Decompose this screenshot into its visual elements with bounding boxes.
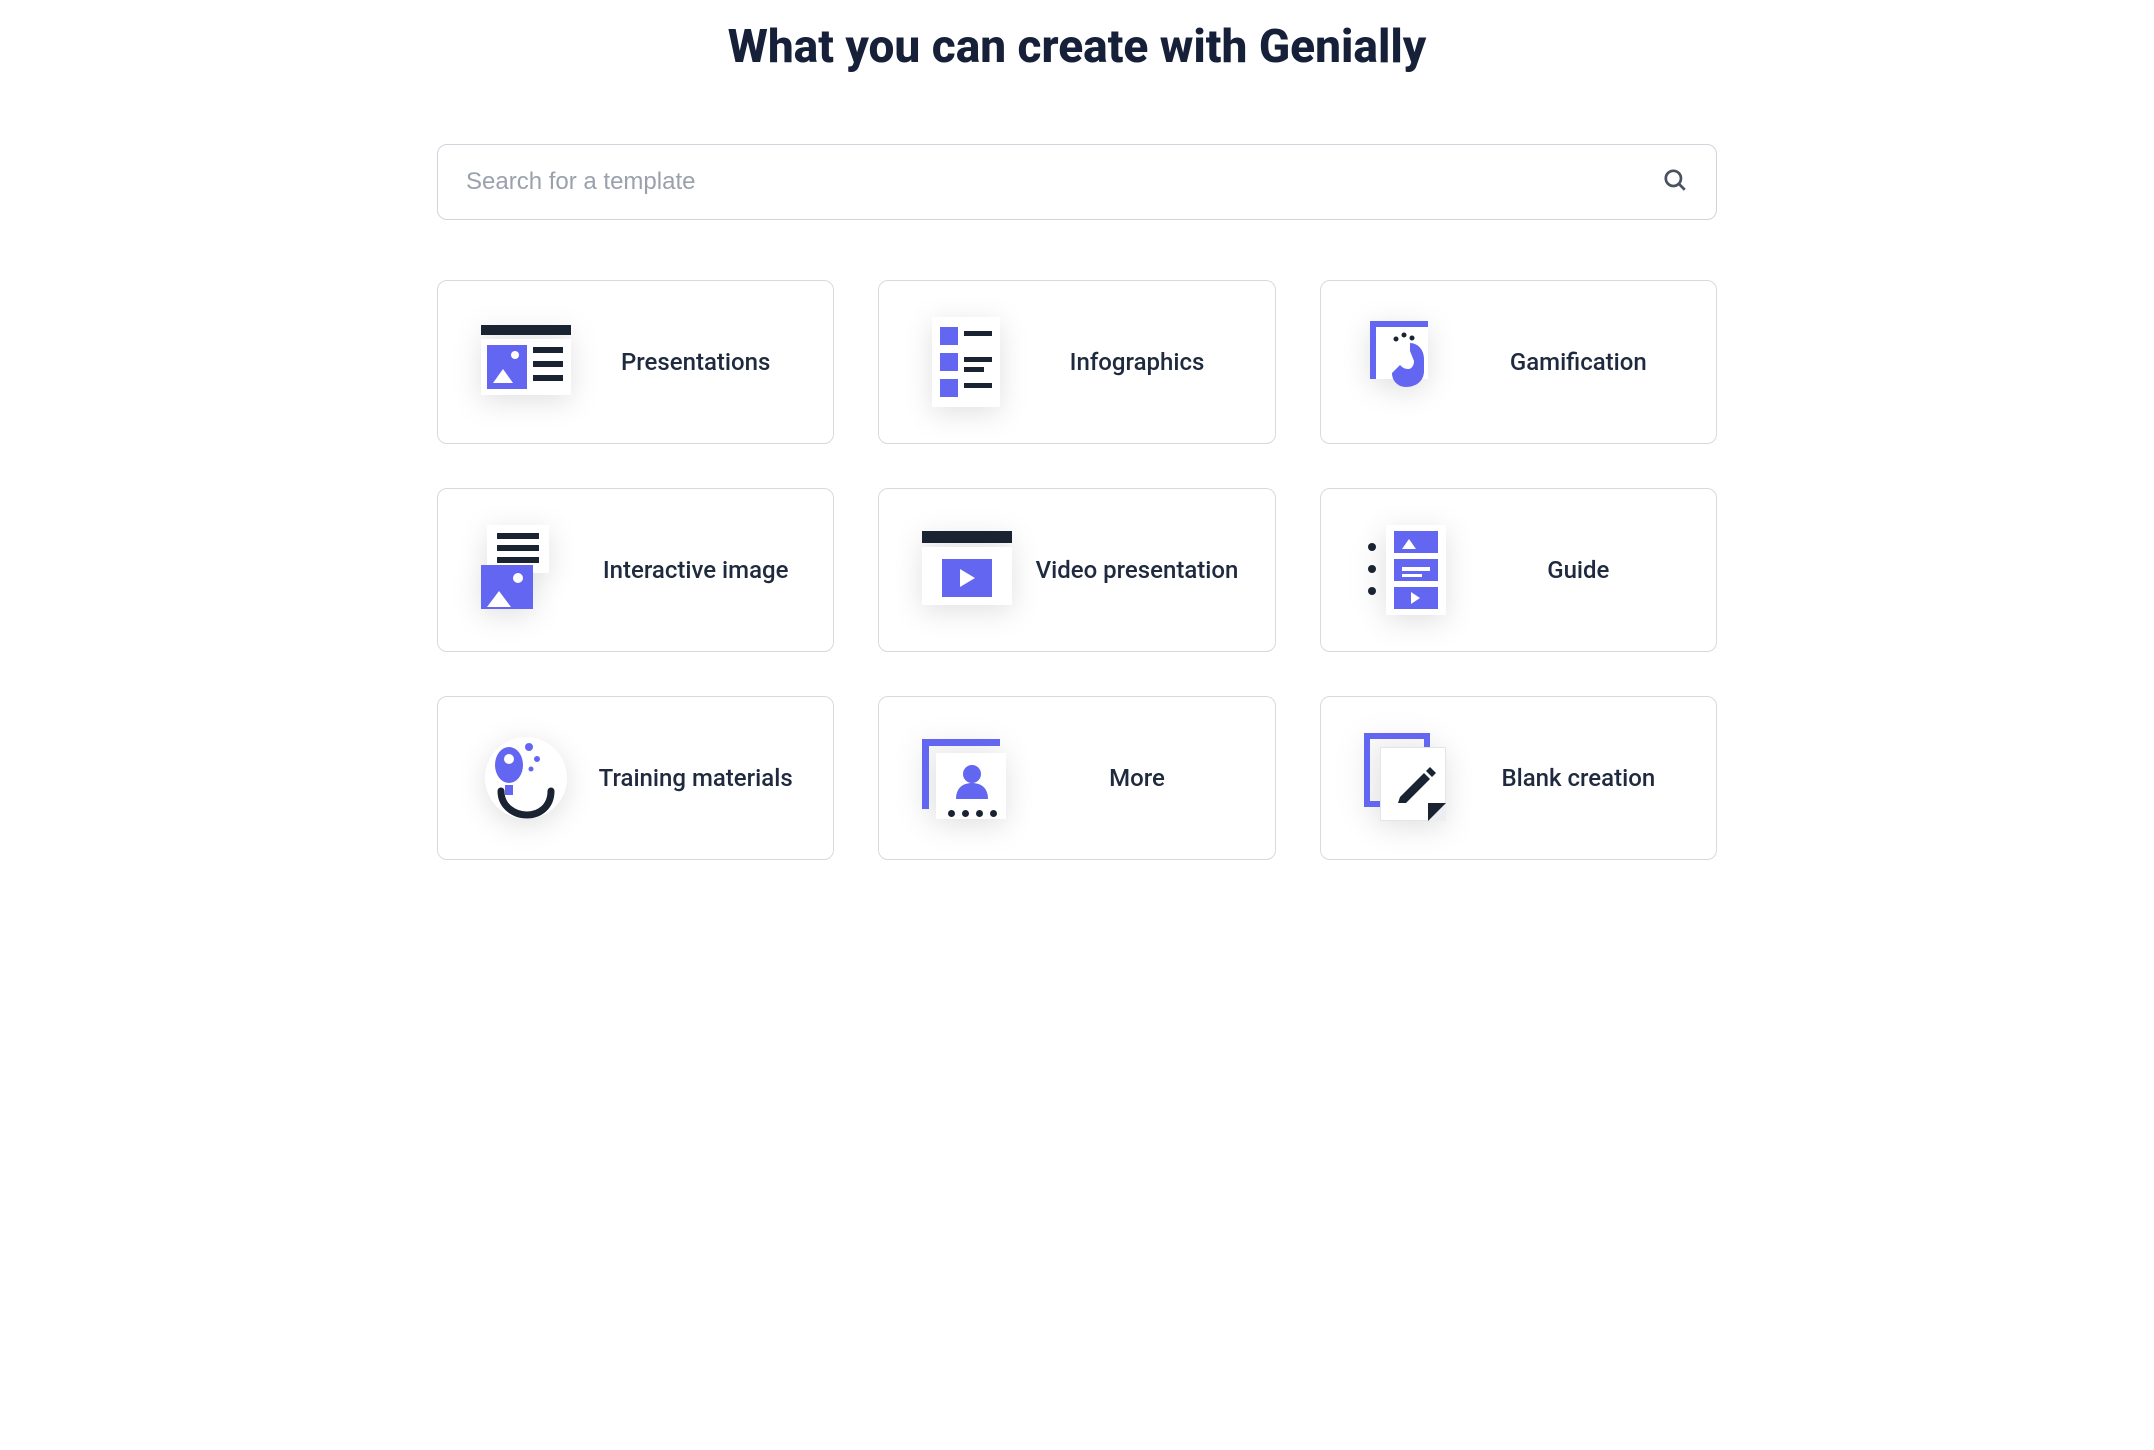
card-video-presentation[interactable]: Video presentation — [878, 488, 1275, 652]
more-icon — [922, 733, 1012, 823]
card-label: Presentations — [586, 346, 805, 378]
card-guide[interactable]: Guide — [1320, 488, 1717, 652]
gamification-icon — [1364, 317, 1454, 407]
page-title: What you can create with Genially — [437, 20, 1717, 74]
card-label: Blank creation — [1469, 762, 1688, 794]
card-label: More — [1027, 762, 1246, 794]
blank-creation-icon — [1364, 733, 1454, 823]
card-label: Video presentation — [1027, 554, 1246, 586]
card-label: Interactive image — [586, 554, 805, 586]
guide-icon — [1364, 525, 1454, 615]
card-label: Guide — [1469, 554, 1688, 586]
card-interactive-image[interactable]: Interactive image — [437, 488, 834, 652]
card-blank-creation[interactable]: Blank creation — [1320, 696, 1717, 860]
search-input[interactable] — [466, 168, 1662, 196]
card-label: Gamification — [1469, 346, 1688, 378]
template-grid: Presentations Infographics — [437, 280, 1717, 860]
card-gamification[interactable]: Gamification — [1320, 280, 1717, 444]
infographics-icon — [922, 317, 1012, 407]
training-materials-icon — [481, 733, 571, 823]
interactive-image-icon — [481, 525, 571, 615]
card-training-materials[interactable]: Training materials — [437, 696, 834, 860]
card-more[interactable]: More — [878, 696, 1275, 860]
card-presentations[interactable]: Presentations — [437, 280, 834, 444]
card-infographics[interactable]: Infographics — [878, 280, 1275, 444]
video-presentation-icon — [922, 525, 1012, 615]
search-icon — [1662, 167, 1688, 197]
card-label: Infographics — [1027, 346, 1246, 378]
search-bar[interactable] — [437, 144, 1717, 220]
presentations-icon — [481, 317, 571, 407]
card-label: Training materials — [586, 762, 805, 794]
